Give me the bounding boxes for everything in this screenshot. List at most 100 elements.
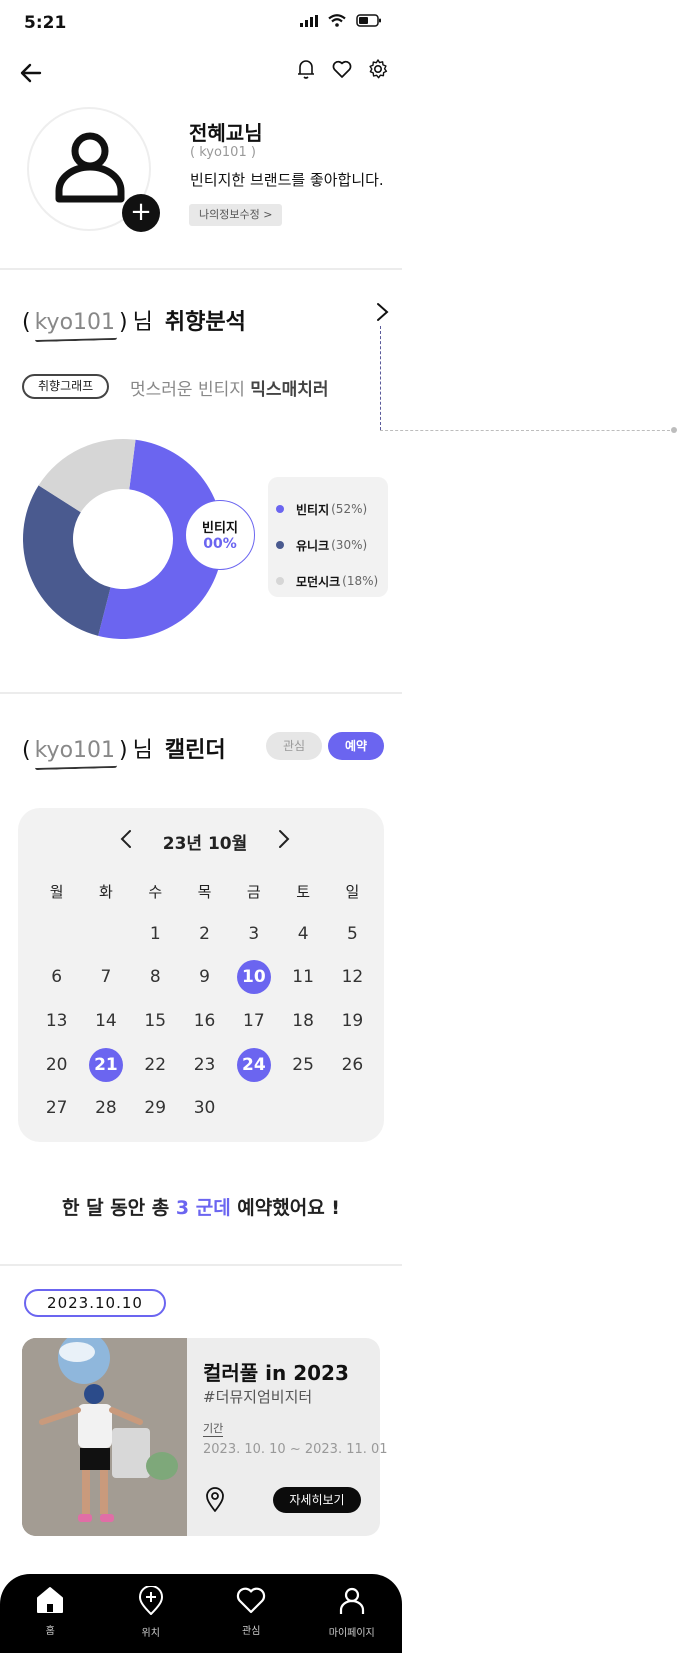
legend-name: 유니크 [296, 538, 330, 553]
battery-icon [356, 14, 381, 27]
calendar-day-1[interactable]: 1 [131, 912, 180, 956]
legend-item: 유니크 (30%) [276, 527, 388, 563]
calendar-day-empty [32, 912, 81, 956]
calendar-day-28[interactable]: 28 [81, 1086, 130, 1130]
calendar-day-20[interactable]: 20 [32, 1043, 81, 1087]
location-pin-icon[interactable] [204, 1487, 226, 1513]
calendar-grid: 월 화 수 목 금 토 일 1 2 3 4 5 6 7 8 9 10 11 12 13 14 15 16 17 18 19 20 21… [32, 872, 376, 1130]
home-icon [37, 1587, 64, 1613]
legend-percent: (52%) [331, 502, 368, 516]
calendar-day-29[interactable]: 29 [131, 1086, 180, 1130]
calendar-day-25[interactable]: 25 [278, 1043, 327, 1087]
heart-icon [237, 1587, 266, 1614]
summary-prefix: 한 달 동안 총 [62, 1197, 176, 1219]
location-add-icon [138, 1586, 163, 1615]
edit-profile-button[interactable]: 나의정보수정 > [189, 204, 283, 226]
calendar-day-14[interactable]: 14 [81, 999, 130, 1043]
bell-icon[interactable] [295, 58, 317, 80]
bubble-value: 00% [203, 536, 237, 552]
chevron-right-icon[interactable] [372, 300, 392, 324]
weekday-label: 월 [49, 883, 64, 901]
tab-mypage-label: 마이페이지 [328, 1628, 375, 1639]
calendar-title: 캘린더 [164, 738, 226, 763]
toggle-reserve[interactable]: 예약 [328, 732, 384, 760]
weekday-label: 목 [197, 883, 212, 901]
weekday-label: 수 [148, 883, 163, 901]
legend-item: 모던시크 (18%) [276, 563, 388, 599]
add-photo-button[interactable]: + [122, 194, 160, 232]
chevron-right-icon[interactable] [274, 828, 294, 850]
calendar-day-11[interactable]: 11 [278, 956, 327, 1000]
gear-icon[interactable] [367, 58, 389, 80]
calendar-day-4[interactable]: 4 [278, 912, 327, 956]
calendar-day-26[interactable]: 26 [328, 1043, 377, 1087]
tab-home-label: 홈 [45, 1626, 55, 1637]
calendar-day-empty [81, 912, 130, 956]
legend-dot [276, 505, 284, 513]
tab-interest-label: 관심 [242, 1626, 261, 1637]
calendar-day-22[interactable]: 22 [131, 1043, 180, 1087]
taste-user-id: kyo101 [31, 310, 119, 335]
tab-interest[interactable]: 관심 [201, 1574, 302, 1653]
taste-desc-prefix: 멋스러운 빈티지 [130, 380, 245, 400]
bubble-label: 빈티지 [202, 521, 238, 536]
connector-line [380, 326, 381, 430]
legend-percent: (18%) [342, 574, 379, 588]
calendar-day-6[interactable]: 6 [32, 956, 81, 1000]
calendar-day-30[interactable]: 30 [180, 1086, 229, 1130]
calendar-day-empty [229, 1086, 278, 1130]
calendar-day-19[interactable]: 19 [328, 999, 377, 1043]
view-details-button[interactable]: 자세히보기 [273, 1487, 361, 1513]
tab-location-label: 위치 [141, 1628, 160, 1639]
calendar-day-16[interactable]: 16 [180, 999, 229, 1043]
calendar-day-27[interactable]: 27 [32, 1086, 81, 1130]
calendar-day-15[interactable]: 15 [131, 999, 180, 1043]
reservation-summary: 한 달 동안 총 3 군데 예약했어요 ! [0, 1193, 402, 1220]
calendar-day-8[interactable]: 8 [131, 956, 180, 1000]
paren-close: ) [119, 310, 128, 335]
weekday-label: 일 [345, 883, 360, 901]
legend-name: 모던시크 [296, 574, 341, 589]
event-period-label: 기간 [203, 1422, 224, 1437]
toggle-interest[interactable]: 관심 [266, 732, 322, 760]
header-actions [295, 58, 389, 80]
calendar-day-18[interactable]: 18 [278, 999, 327, 1043]
tab-location[interactable]: 위치 [101, 1574, 202, 1653]
chevron-left-icon[interactable] [116, 828, 136, 850]
tab-mypage[interactable]: 마이페이지 [302, 1574, 403, 1653]
event-image[interactable] [22, 1338, 187, 1536]
calendar-day-21[interactable]: 21 [81, 1043, 130, 1087]
calendar-day-10[interactable]: 10 [229, 956, 278, 1000]
calendar-day-17[interactable]: 17 [229, 999, 278, 1043]
profile-bio: 빈티지한 브랜드를 좋아합니다. [190, 171, 384, 189]
taste-description: 멋스러운 빈티지 믹스매치러 [130, 375, 329, 400]
connector-line [380, 430, 675, 431]
paren-close: ) [119, 738, 128, 763]
calendar-day-9[interactable]: 9 [180, 956, 229, 1000]
calendar-day-23[interactable]: 23 [180, 1043, 229, 1087]
legend-percent: (30%) [331, 538, 368, 552]
heart-icon[interactable] [331, 58, 353, 80]
event-tag: #더뮤지엄비지터 [203, 1388, 313, 1406]
status-icons [300, 14, 382, 27]
chart-legend: 빈티지 (52%) 유니크 (30%) 모던시크 (18%) [268, 477, 388, 597]
calendar-day-13[interactable]: 13 [32, 999, 81, 1043]
calendar-day-7[interactable]: 7 [81, 956, 130, 1000]
honorific: 님 [132, 738, 153, 763]
profile-id: ( kyo101 ) [190, 145, 256, 160]
paren-open: ( [22, 738, 31, 763]
calendar-day-2[interactable]: 2 [180, 912, 229, 956]
back-arrow-icon[interactable] [18, 60, 44, 86]
calendar-day-5[interactable]: 5 [328, 912, 377, 956]
tab-home[interactable]: 홈 [0, 1574, 101, 1653]
calendar-day-24[interactable]: 24 [229, 1043, 278, 1087]
calendar-day-3[interactable]: 3 [229, 912, 278, 956]
status-time: 5:21 [24, 13, 67, 33]
pie-slice-유니크 [23, 485, 111, 636]
calendar-day-12[interactable]: 12 [328, 956, 377, 1000]
event-period: 2023. 10. 10 ~ 2023. 11. 01 [203, 1442, 388, 1457]
legend-dot [276, 541, 284, 549]
calendar-month: 23년 10월 [162, 834, 248, 854]
legend-dot [276, 577, 284, 585]
wifi-icon [328, 14, 346, 27]
